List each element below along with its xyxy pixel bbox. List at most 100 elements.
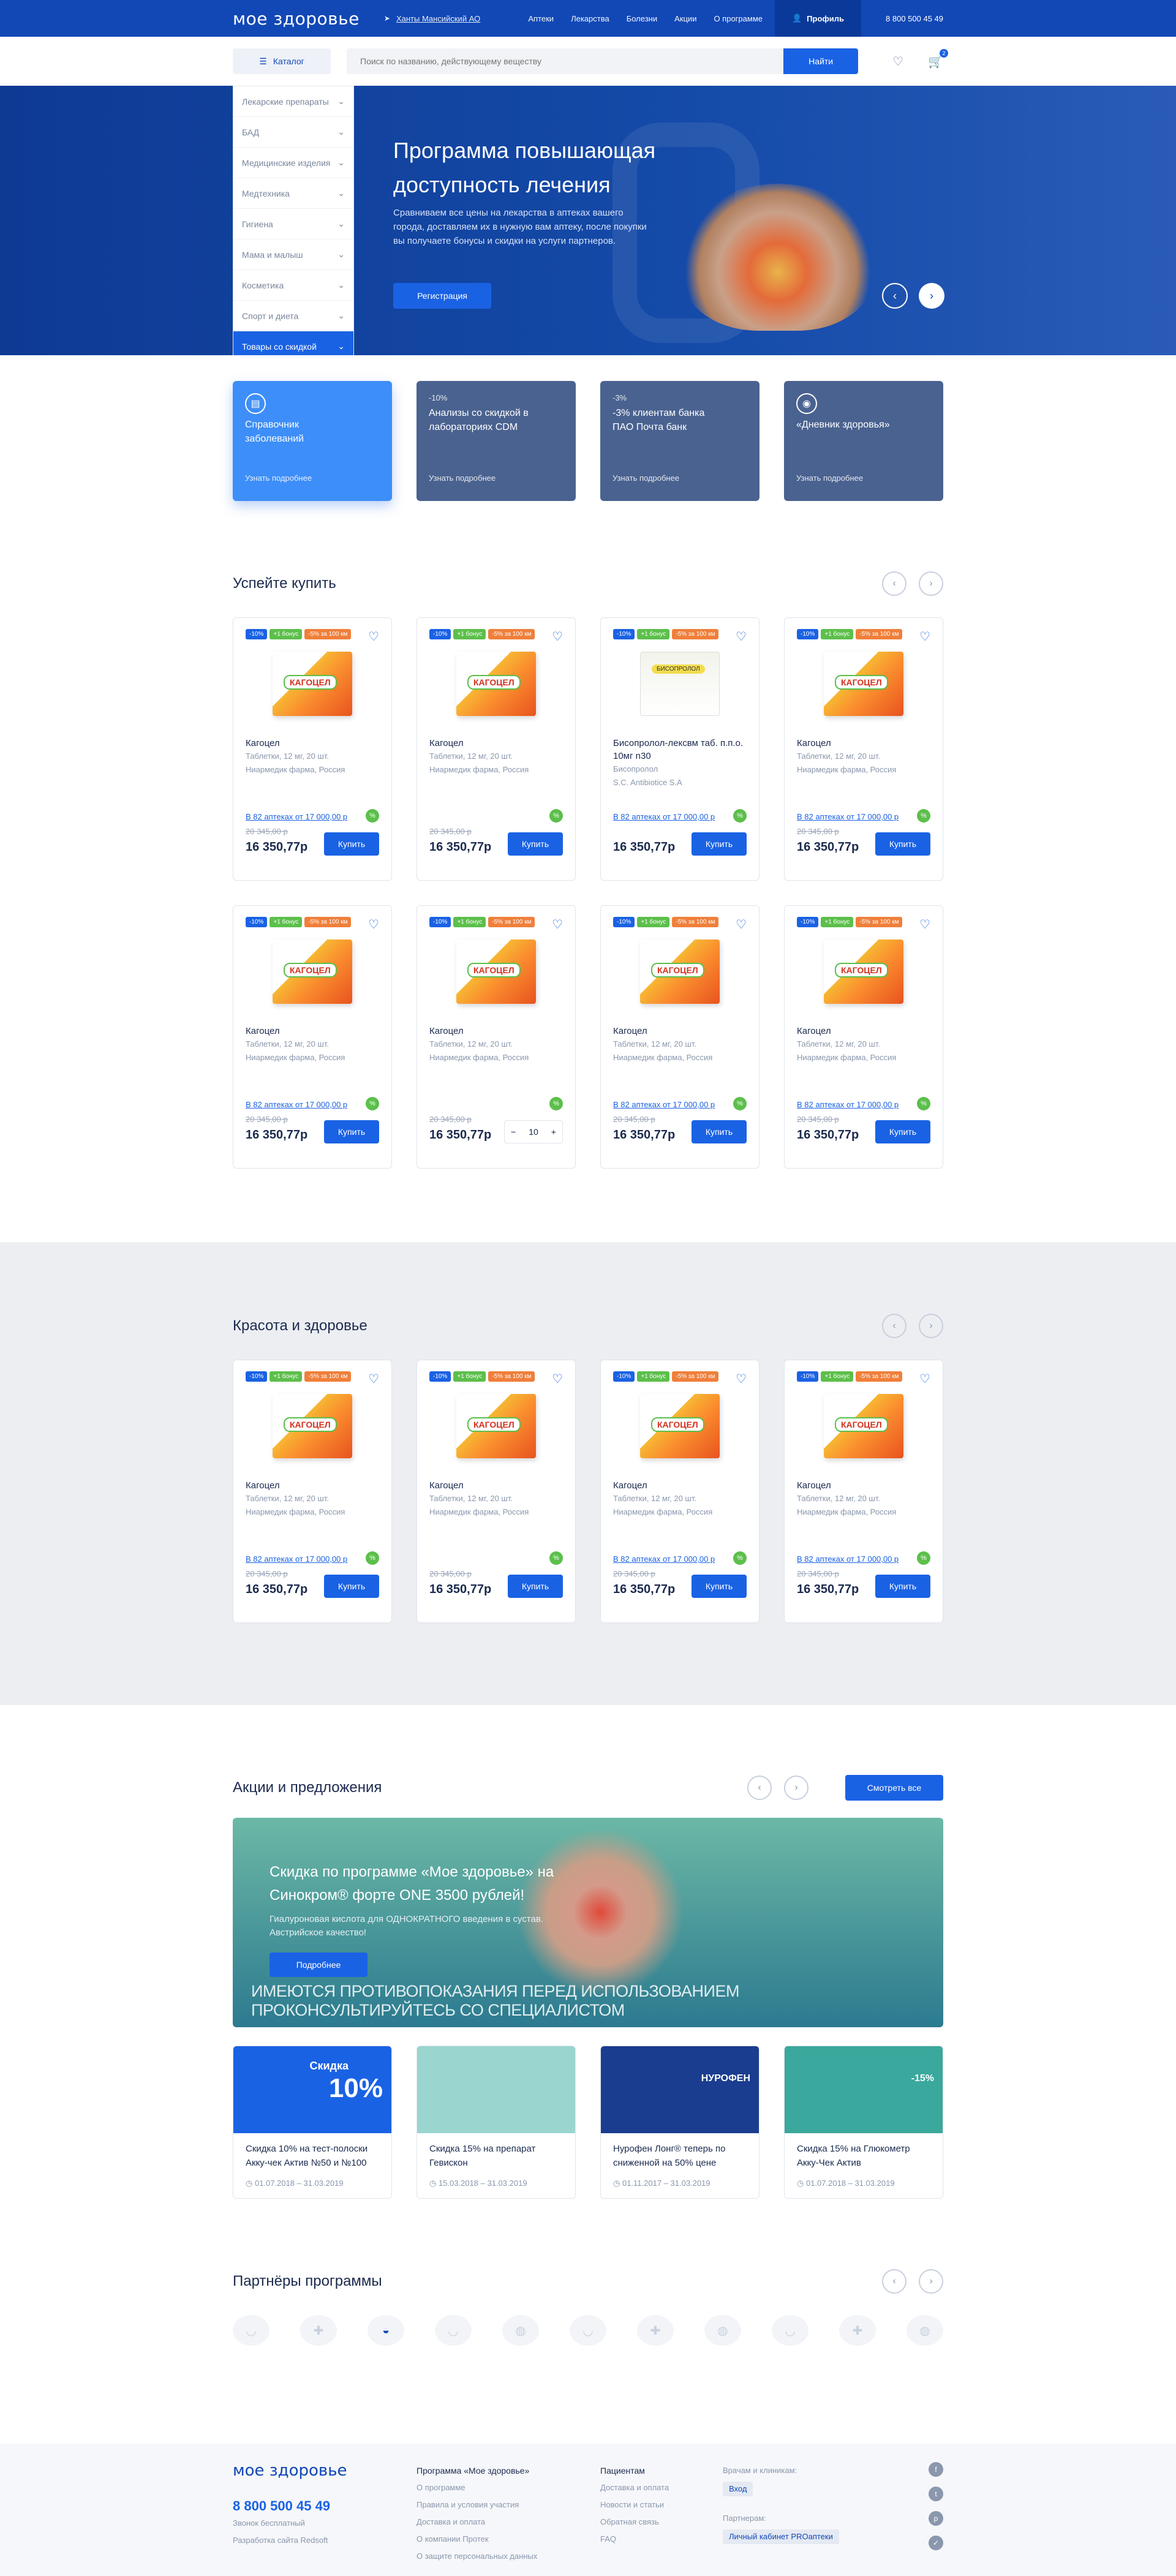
favorite-heart-icon[interactable]: ♡ [736, 1371, 747, 1387]
search-button[interactable]: Найти [783, 48, 859, 74]
product-name[interactable]: Кагоцел [613, 1025, 747, 1038]
favorite-heart-icon[interactable]: ♡ [919, 629, 930, 644]
availability-link[interactable]: В 82 аптеках от 17 000,00 р [246, 812, 347, 821]
see-all-button[interactable]: Смотреть все [845, 1775, 943, 1801]
buy-button[interactable]: Купить [508, 832, 563, 856]
promo-more[interactable]: Узнать подробнее [612, 473, 679, 483]
sidebar-item[interactable]: Медицинские изделия ⌄ [233, 148, 353, 178]
prev-arrow-icon[interactable]: ‹ [747, 1776, 772, 1800]
favorite-heart-icon[interactable]: ♡ [552, 917, 563, 932]
news-title[interactable]: Скидка 15% на Глюкометр Акку-Чек Актив [785, 2133, 943, 2179]
promo-more[interactable]: Узнать подробнее [245, 473, 312, 483]
news-card[interactable]: Скидка 15% на препарат Гевискон ◷ 15.03.… [417, 2046, 576, 2199]
product-card[interactable]: -10% +1 бонус -5% за 100 км ♡ КАГОЦЕЛ Каго… [600, 1360, 760, 1623]
favorite-heart-icon[interactable]: ♡ [736, 917, 747, 932]
partner-logo[interactable]: ◍ [704, 2315, 741, 2346]
product-name[interactable]: Бисопролол-лексвм таб. п.п.о. 10мг n30 [613, 737, 747, 763]
availability-link[interactable]: В 82 аптеках от 17 000,00 р [246, 1100, 347, 1109]
product-image[interactable]: КАГОЦЕЛ [824, 940, 903, 1004]
product-image[interactable]: КАГОЦЕЛ [456, 940, 536, 1004]
partner-logo[interactable]: ◡ [233, 2315, 270, 2346]
buy-button[interactable]: Купить [692, 1575, 747, 1598]
nav-pharmacies[interactable]: Аптеки [528, 14, 554, 23]
sidebar-item[interactable]: Косметика ⌄ [233, 270, 353, 301]
buy-button[interactable]: Купить [324, 1120, 379, 1143]
logo[interactable]: мое здоровье [233, 9, 360, 29]
next-arrow-icon[interactable]: › [784, 1776, 809, 1800]
partner-logo[interactable]: ✚ [839, 2315, 876, 2346]
news-title[interactable]: Скидка 15% на препарат Гевискон [417, 2133, 575, 2179]
promo-card[interactable]: -3% -3% клиентам банка ПАО Почта банк Узна… [600, 381, 760, 501]
favorite-heart-icon[interactable]: ♡ [919, 1371, 930, 1387]
product-name[interactable]: Кагоцел [246, 1025, 379, 1038]
buy-button[interactable]: Купить [324, 1575, 379, 1598]
product-image[interactable]: КАГОЦЕЛ [273, 940, 352, 1004]
product-name[interactable]: Кагоцел [797, 1025, 930, 1038]
news-title[interactable]: Нурофен Лонг® теперь по сниженной на 50%… [601, 2133, 759, 2179]
nav-about[interactable]: О программе [714, 14, 763, 23]
buy-button[interactable]: Купить [692, 1120, 747, 1143]
news-card[interactable]: НУРОФЕН Нурофен Лонг® теперь по сниженно… [600, 2046, 760, 2199]
product-image[interactable]: КАГОЦЕЛ [273, 1394, 352, 1458]
buy-button[interactable]: Купить [875, 1120, 930, 1143]
product-card[interactable]: -10% +1 бонус -5% за 100 км ♡ КАГОЦЕЛ Каго… [233, 617, 392, 881]
doctors-login-button[interactable]: Вход [723, 2482, 753, 2496]
next-arrow-icon[interactable]: › [919, 571, 943, 596]
favorite-heart-icon[interactable]: ♡ [368, 629, 379, 644]
pinterest-icon[interactable]: p [929, 2511, 943, 2526]
city-selector[interactable]: ➤ Ханты Мансийский АО [384, 14, 480, 23]
sidebar-item[interactable]: Медтехника ⌄ [233, 178, 353, 209]
favorite-heart-icon[interactable]: ♡ [368, 1371, 379, 1387]
nav-medicines[interactable]: Лекарства [571, 14, 609, 23]
search-input[interactable] [347, 48, 784, 74]
buy-button[interactable]: Купить [875, 832, 930, 856]
nav-diseases[interactable]: Болезни [627, 14, 657, 23]
product-name[interactable]: Кагоцел [797, 1479, 930, 1492]
product-card[interactable]: -10% +1 бонус -5% за 100 км ♡ КАГОЦЕЛ Каго… [417, 617, 576, 881]
heart-icon[interactable]: ♡ [892, 54, 903, 69]
news-card[interactable]: -15% Скидка 15% на Глюкометр Акку-Чек Ак… [784, 2046, 943, 2199]
footer-link[interactable]: Новости и статьи [600, 2496, 723, 2514]
footer-link[interactable]: О программе [417, 2479, 600, 2496]
promo-card[interactable]: ▤ Справочник заболеваний Узнать подробнее [233, 381, 392, 501]
promo-card[interactable]: ◉ «Дневник здоровья» Узнать подробнее [784, 381, 943, 501]
partner-logo[interactable]: ◍ [502, 2315, 539, 2346]
product-image[interactable]: КАГОЦЕЛ [824, 1394, 903, 1458]
product-name[interactable]: Кагоцел [429, 1479, 563, 1492]
nav-promotions[interactable]: Акции [674, 14, 696, 23]
sidebar-item[interactable]: Лекарские препараты ⌄ [233, 86, 353, 117]
product-image[interactable]: КАГОЦЕЛ [824, 652, 903, 716]
promo-card[interactable]: -10% Анализы со скидкой в лабораториях CD… [417, 381, 576, 501]
buy-button[interactable]: Купить [324, 832, 379, 856]
sidebar-item[interactable]: Мама и малыш ⌄ [233, 239, 353, 270]
product-card[interactable]: -10% +1 бонус -5% за 100 км ♡ КАГОЦЕЛ Каго… [417, 1360, 576, 1623]
availability-link[interactable]: В 82 аптеках от 17 000,00 р [246, 1554, 347, 1564]
product-card[interactable]: -10% +1 бонус -5% за 100 км ♡ КАГОЦЕЛ Каго… [784, 617, 943, 881]
favorite-heart-icon[interactable]: ♡ [552, 1371, 563, 1387]
availability-link[interactable]: В 82 аптеках от 17 000,00 р [797, 812, 899, 821]
product-name[interactable]: Кагоцел [797, 737, 930, 750]
twitter-icon[interactable]: ✓ [929, 2536, 943, 2550]
partner-logo[interactable]: ◒ [368, 2315, 404, 2346]
hero-prev-arrow-icon[interactable]: ‹ [882, 283, 908, 309]
partner-logo[interactable]: ◡ [772, 2315, 809, 2346]
availability-link[interactable]: В 82 аптеках от 17 000,00 р [797, 1100, 899, 1109]
sidebar-item[interactable]: Гигиена ⌄ [233, 209, 353, 239]
product-name[interactable]: Кагоцел [246, 1479, 379, 1492]
buy-button[interactable]: Купить [692, 832, 747, 856]
next-arrow-icon[interactable]: › [919, 2269, 943, 2294]
footer-link[interactable]: О защите персональных данных [417, 2548, 600, 2565]
buy-button[interactable]: Купить [508, 1575, 563, 1598]
partner-logo[interactable]: ✚ [300, 2315, 337, 2346]
prev-arrow-icon[interactable]: ‹ [882, 2269, 907, 2294]
product-card[interactable]: -10% +1 бонус -5% за 100 км ♡ КАГОЦЕЛ Каго… [233, 905, 392, 1169]
product-image[interactable]: КАГОЦЕЛ [456, 1394, 536, 1458]
footer-link[interactable]: Доставка и оплата [417, 2514, 600, 2531]
prev-arrow-icon[interactable]: ‹ [882, 1314, 907, 1338]
partner-cabinet-button[interactable]: Личный кабинет PROаптеки [723, 2529, 839, 2544]
product-card[interactable]: -10% +1 бонус -5% за 100 км ♡ КАГОЦЕЛ Каго… [784, 905, 943, 1169]
product-card[interactable]: -10% +1 бонус -5% за 100 км ♡ КАГОЦЕЛ Каго… [600, 905, 760, 1169]
partner-logo[interactable]: ◡ [435, 2315, 472, 2346]
promo-more[interactable]: Узнать подробнее [429, 473, 496, 483]
product-name[interactable]: Кагоцел [246, 737, 379, 750]
